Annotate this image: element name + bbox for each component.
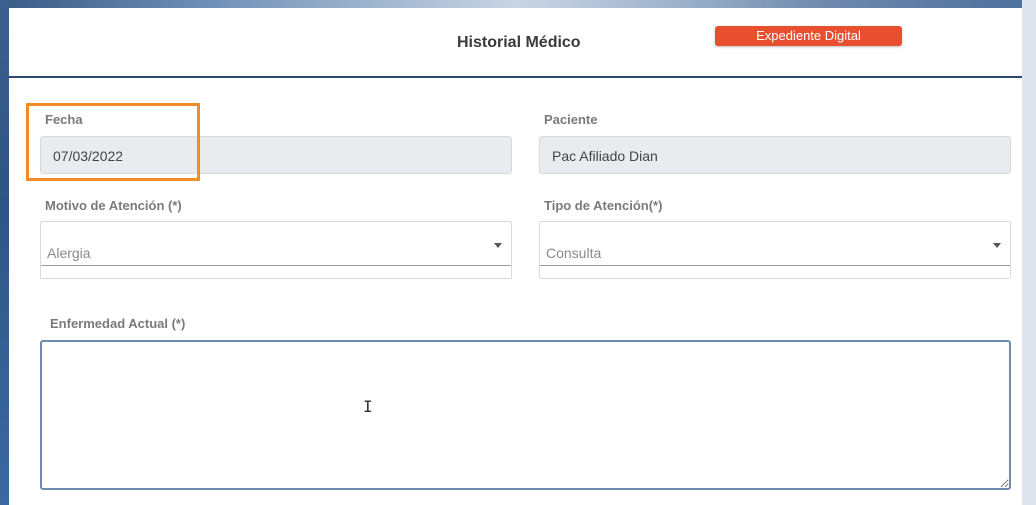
paciente-label: Paciente xyxy=(544,112,598,127)
modal-header: Historial Médico Expediente Digital xyxy=(9,8,1022,78)
expediente-digital-button[interactable]: Expediente Digital xyxy=(715,26,902,46)
tipo-atencion-select[interactable]: Consulta xyxy=(539,221,1011,279)
historial-medico-modal: Historial Médico Expediente Digital Fech… xyxy=(9,8,1022,505)
fecha-label: Fecha xyxy=(45,112,83,127)
motivo-atencion-label: Motivo de Atención (*) xyxy=(45,198,182,213)
modal-title: Historial Médico xyxy=(457,34,581,51)
tipo-atencion-value: Consulta xyxy=(546,245,602,261)
select-underline xyxy=(540,265,1010,266)
background-banner xyxy=(0,0,1036,8)
motivo-atencion-select[interactable]: Alergia xyxy=(40,221,512,279)
motivo-atencion-value: Alergia xyxy=(47,245,91,261)
enfermedad-actual-textarea[interactable] xyxy=(40,340,1011,490)
tipo-atencion-label: Tipo de Atención(*) xyxy=(544,198,663,213)
text-cursor-icon: I xyxy=(363,397,373,416)
select-underline xyxy=(41,265,511,266)
background-sidebar-edge xyxy=(0,0,9,505)
paciente-field: Pac Afiliado Dian xyxy=(539,136,1011,174)
background-right-edge xyxy=(1022,0,1036,505)
chevron-down-icon xyxy=(993,243,1001,248)
chevron-down-icon xyxy=(494,243,502,248)
enfermedad-actual-label: Enfermedad Actual (*) xyxy=(50,316,186,331)
fecha-field: 07/03/2022 xyxy=(40,136,512,174)
